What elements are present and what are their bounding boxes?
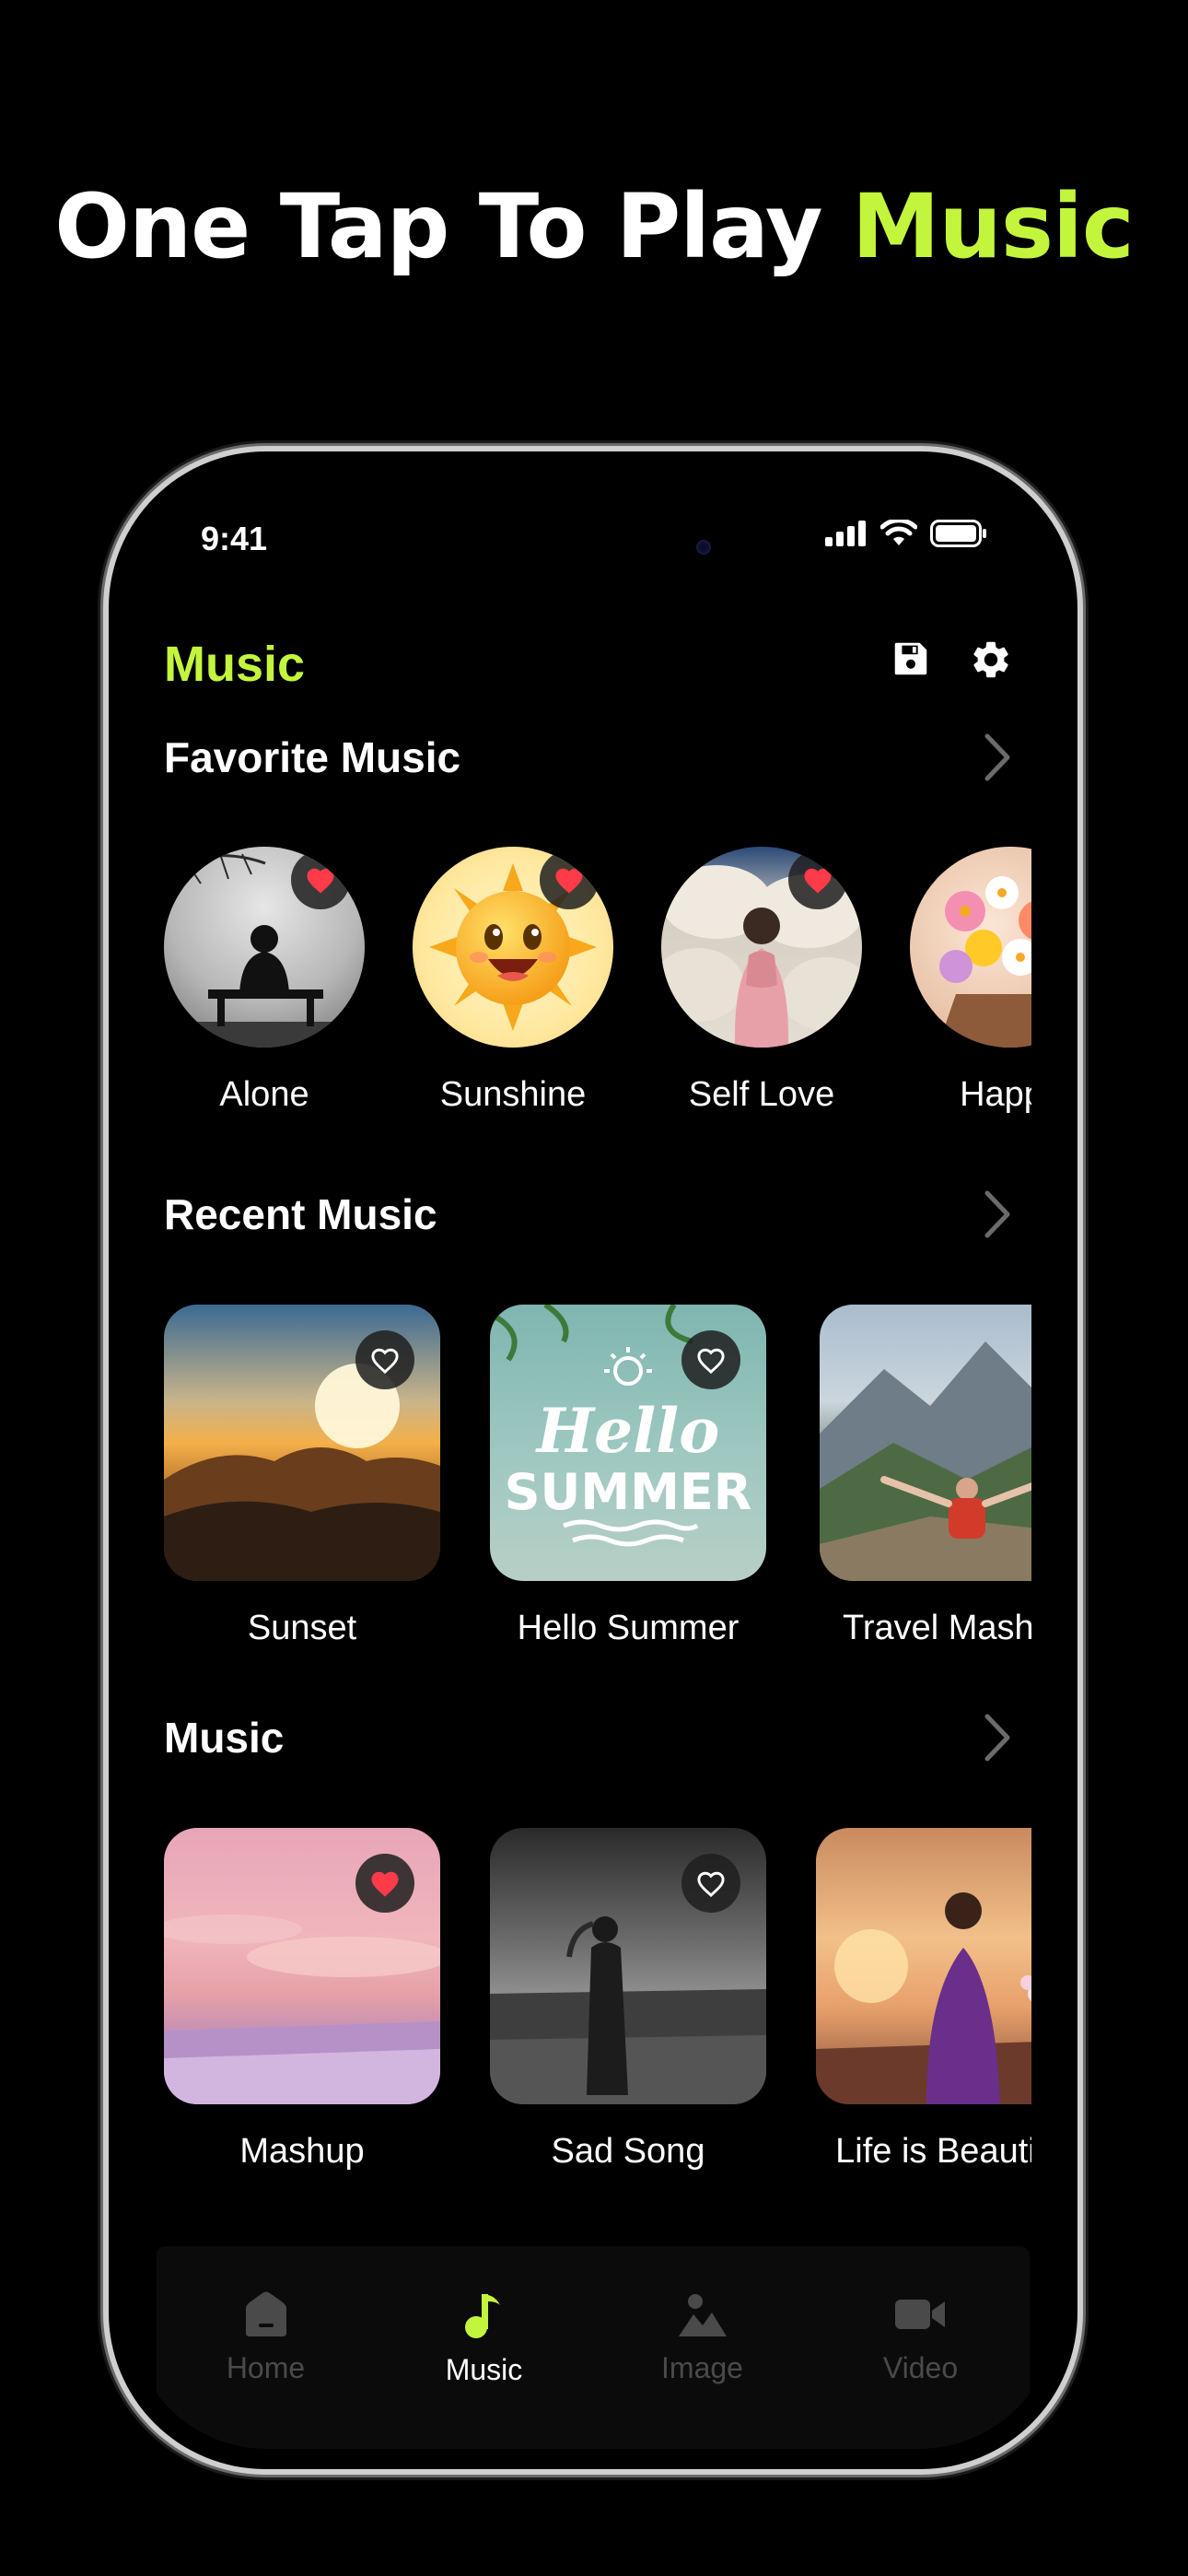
save-icon[interactable]: [890, 638, 932, 680]
music-artwork-sad-song: [490, 1828, 766, 2104]
phone-mute-switch: [99, 838, 107, 940]
tab-home[interactable]: Home: [174, 2290, 358, 2385]
recent-item-label: Hello Summer: [517, 1609, 740, 1647]
favorite-item-label: Happy: [960, 1075, 1031, 1114]
chevron-right-icon[interactable]: [982, 730, 1013, 785]
favorite-artwork-happy: [910, 847, 1031, 1048]
favorite-item[interactable]: Happy: [910, 847, 1031, 1115]
tab-label: Video: [882, 2351, 959, 2384]
section-title-favorite: Favorite Music: [164, 733, 461, 781]
music-item[interactable]: Life is Beautiful: [816, 1828, 1031, 2172]
music-note-icon: [464, 2294, 500, 2338]
tab-music[interactable]: Music: [392, 2290, 577, 2387]
header-actions: [890, 638, 1013, 682]
tab-video[interactable]: Video: [829, 2290, 1013, 2385]
recent-item[interactable]: Travel Mashup: [820, 1305, 1031, 1648]
music-item-label: Life is Beautiful: [835, 2132, 1031, 2171]
tab-label: Image: [661, 2351, 743, 2384]
bottom-tab-bar: Home Music Image Video: [157, 2246, 1030, 2449]
liked-heart-icon[interactable]: [788, 850, 847, 909]
heart-outline-icon[interactable]: [681, 1330, 740, 1389]
heart-outline-icon[interactable]: [681, 1854, 740, 1913]
favorite-music-row: Alone Sunshine Self Love Hap: [164, 847, 1031, 1123]
recent-music-header: Recent Music: [164, 1187, 1013, 1242]
recent-item-label: Sunset: [247, 1609, 357, 1647]
chevron-right-icon[interactable]: [982, 1710, 1013, 1765]
wifi-icon: [880, 520, 917, 545]
recent-artwork-sunset: [164, 1305, 440, 1581]
home-icon: [245, 2291, 286, 2336]
music-item[interactable]: Mashup: [164, 1828, 440, 2172]
front-camera: [696, 540, 711, 555]
battery-icon: [930, 520, 986, 547]
recent-item[interactable]: Hello SUMMER Hello Summer: [490, 1305, 766, 1648]
phone-volume-down: [99, 1198, 107, 1354]
settings-gear-icon[interactable]: [969, 638, 1013, 682]
headline-text: One Tap To Play: [54, 175, 852, 278]
phone-frame: 9:41 Music Favorite Music Alone Sunshine…: [109, 451, 1077, 2469]
recent-music-row: Sunset Hello SUMMER Hello Summer Travel …: [164, 1305, 1031, 1673]
phone-screen: 9:41 Music Favorite Music Alone Sunshine…: [129, 472, 1057, 2449]
music-item-label: Mashup: [239, 2132, 365, 2171]
favorite-music-header: Favorite Music: [164, 730, 1013, 785]
tab-label: Home: [226, 2351, 306, 2384]
tab-image[interactable]: Image: [611, 2290, 795, 2385]
section-title-recent: Recent Music: [164, 1190, 437, 1238]
hello-summer-art-line2: SUMMER: [505, 1463, 752, 1521]
page-title: Music: [164, 637, 306, 692]
music-row: Mashup Sad Song Life is Beaut: [164, 1828, 1031, 2196]
video-icon: [894, 2300, 945, 2329]
phone-volume-up: [99, 1004, 107, 1161]
favorite-item[interactable]: Self Love: [661, 847, 862, 1115]
chevron-right-icon[interactable]: [982, 1187, 1013, 1242]
favorite-item-label: Alone: [219, 1075, 309, 1114]
recent-item[interactable]: Sunset: [164, 1305, 440, 1648]
tab-label: Music: [445, 2353, 523, 2386]
status-time: 9:41: [201, 520, 268, 557]
liked-heart-icon[interactable]: [291, 850, 350, 909]
favorite-artwork-self-love: [661, 847, 862, 1048]
favorite-artwork-sunshine: [413, 847, 613, 1048]
favorite-artwork-alone: [164, 847, 365, 1048]
music-item-label: Sad Song: [551, 2132, 705, 2171]
image-icon: [678, 2294, 727, 2336]
marketing-headline: One Tap To Play Music: [0, 175, 1188, 278]
section-title-music: Music: [164, 1714, 285, 1762]
music-artwork-mashup: [164, 1828, 440, 2104]
music-header: Music: [164, 1710, 1013, 1765]
favorite-item[interactable]: Alone: [164, 847, 365, 1115]
recent-artwork-hello-summer: Hello SUMMER: [490, 1305, 766, 1581]
favorite-item-label: Sunshine: [439, 1075, 587, 1114]
music-artwork-life-is-beautiful: [816, 1828, 1031, 2104]
recent-item-label: Travel Mashup: [843, 1609, 1031, 1647]
phone-power-button: [1081, 1060, 1089, 1308]
signal-icon: [825, 521, 866, 546]
liked-heart-icon[interactable]: [355, 1854, 414, 1913]
status-icons: [825, 520, 987, 547]
hello-summer-art-line1: Hello: [535, 1395, 720, 1467]
favorite-item-label: Self Love: [688, 1075, 835, 1114]
heart-outline-icon[interactable]: [355, 1330, 414, 1389]
recent-artwork-travel: [820, 1305, 1031, 1581]
music-item[interactable]: Sad Song: [490, 1828, 766, 2172]
liked-heart-icon[interactable]: [540, 850, 599, 909]
headline-accent: Music: [851, 175, 1135, 278]
favorite-item[interactable]: Sunshine: [413, 847, 613, 1115]
